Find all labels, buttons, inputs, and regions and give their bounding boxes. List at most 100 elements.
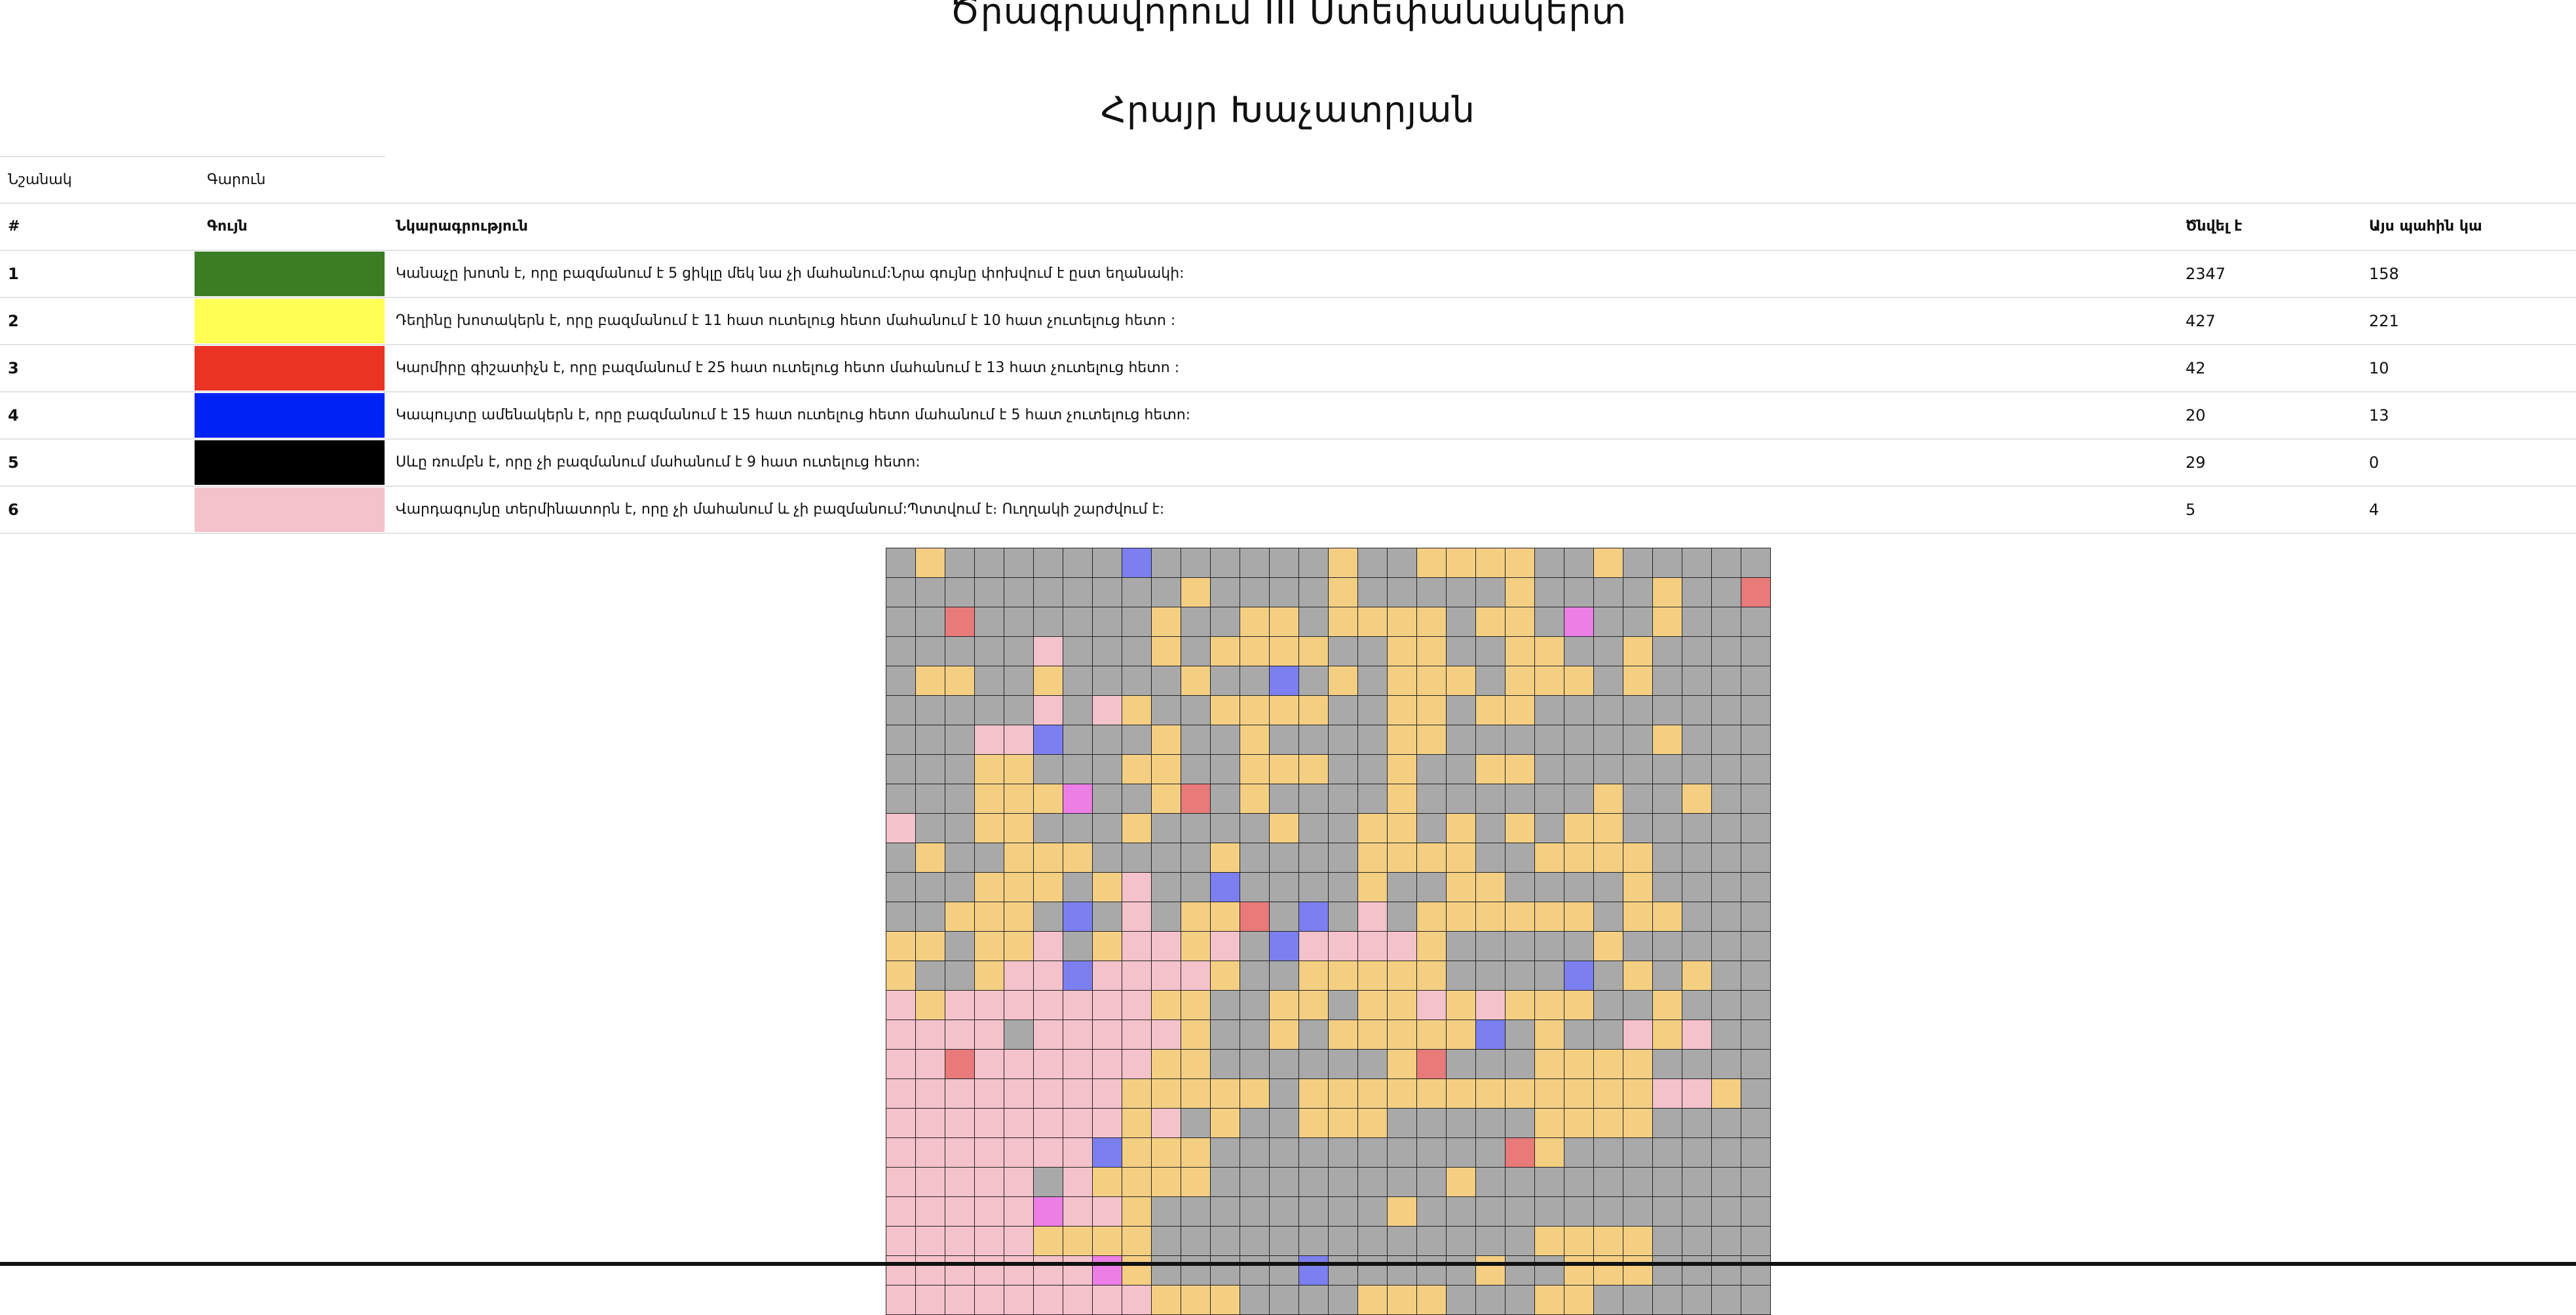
matrix-cell [1447, 666, 1476, 696]
matrix-cell [1329, 666, 1358, 696]
matrix-cell [1358, 1256, 1388, 1286]
matrix-cell [1417, 548, 1447, 578]
matrix-cell [1506, 843, 1535, 873]
matrix-cell [1329, 961, 1358, 991]
matrix-cell [1682, 1256, 1712, 1286]
matrix-cell [1358, 1020, 1388, 1050]
matrix-cell [1388, 1050, 1417, 1079]
matrix-cell [1506, 902, 1535, 932]
matrix-cell [1063, 784, 1093, 814]
matrix-cell [1152, 725, 1181, 755]
matrix-cell [1004, 1138, 1034, 1168]
matrix-cell [975, 784, 1004, 814]
matrix-cell [1712, 666, 1741, 696]
matrix-cell [1270, 1168, 1299, 1197]
matrix-cell [1447, 548, 1476, 578]
matrix-cell [1506, 1109, 1535, 1138]
matrix-cell [1240, 1227, 1270, 1256]
matrix-cell [1063, 755, 1093, 784]
matrix-cell [916, 843, 945, 873]
matrix-cell [975, 1168, 1004, 1197]
row-num: 4 [8, 406, 19, 425]
matrix-cell [1388, 637, 1417, 666]
matrix-cell [1329, 814, 1358, 843]
matrix-cell [1358, 873, 1388, 902]
matrix-cell [945, 1109, 975, 1138]
matrix-cell [1564, 784, 1594, 814]
matrix-cell [1152, 843, 1181, 873]
matrix-cell [1682, 784, 1712, 814]
header-color: Գույն [207, 218, 248, 235]
matrix-cell [1653, 548, 1682, 578]
matrix-cell [975, 1109, 1004, 1138]
matrix-cell [1388, 607, 1417, 637]
matrix-cell [1417, 1256, 1447, 1286]
matrix-cell [1682, 1286, 1712, 1315]
matrix-cell [1417, 755, 1447, 784]
matrix-cell [1034, 1286, 1063, 1315]
matrix-cell [1034, 1168, 1063, 1197]
matrix-cell [1270, 1020, 1299, 1050]
matrix-cell [1211, 961, 1240, 991]
matrix-cell [886, 1256, 916, 1286]
page-subtitle: Հրայր Խաչատրյան [1101, 89, 1475, 130]
matrix-cell [1564, 666, 1594, 696]
matrix-cell [1447, 814, 1476, 843]
matrix-cell [1063, 1256, 1093, 1286]
matrix-cell [945, 814, 975, 843]
matrix-cell [1152, 1020, 1181, 1050]
matrix-cell [1152, 666, 1181, 696]
matrix-cell [1682, 548, 1712, 578]
matrix-cell [1358, 784, 1388, 814]
matrix-cell [916, 1109, 945, 1138]
row-avail: 221 [2369, 312, 2399, 330]
page-title: Ծրագրավորում III Ստեփանակերտ [949, 0, 1627, 32]
season-label: Գարուն [207, 172, 266, 188]
matrix-cell [1270, 1050, 1299, 1079]
matrix-cell [1623, 784, 1653, 814]
matrix-cell [1476, 637, 1506, 666]
matrix-cell [1299, 1227, 1329, 1256]
matrix-cell [1240, 843, 1270, 873]
matrix-cell [1240, 1168, 1270, 1197]
matrix-cell [1034, 666, 1063, 696]
matrix-cell [1417, 578, 1447, 607]
matrix-cell [1535, 843, 1564, 873]
matrix-cell [1299, 1109, 1329, 1138]
matrix-cell [1417, 696, 1447, 725]
matrix-cell [1447, 1079, 1476, 1109]
matrix-cell [1240, 1197, 1270, 1227]
matrix-cell [916, 991, 945, 1020]
matrix-cell [975, 1197, 1004, 1227]
matrix-cell [1181, 637, 1211, 666]
matrix-cell [975, 902, 1004, 932]
matrix-cell [886, 814, 916, 843]
matrix-cell [1004, 755, 1034, 784]
matrix-cell [1358, 843, 1388, 873]
matrix-cell [1417, 843, 1447, 873]
matrix-cell [1388, 784, 1417, 814]
matrix-cell [1329, 902, 1358, 932]
matrix-cell [1535, 814, 1564, 843]
matrix-cell [1004, 1197, 1034, 1227]
matrix-cell [945, 578, 975, 607]
matrix-cell [1034, 578, 1063, 607]
matrix-cell [1564, 902, 1594, 932]
matrix-cell [1270, 1109, 1299, 1138]
matrix-cell [1506, 637, 1535, 666]
matrix-cell [1623, 696, 1653, 725]
matrix-cell [1270, 1138, 1299, 1168]
matrix-cell [1063, 607, 1093, 637]
matrix-cell [945, 725, 975, 755]
matrix-cell [1270, 873, 1299, 902]
row-avail: 4 [2369, 501, 2379, 519]
matrix-cell [916, 637, 945, 666]
matrix-cell [1564, 607, 1594, 637]
matrix-cell [1329, 991, 1358, 1020]
matrix-cell [1240, 578, 1270, 607]
matrix-cell [1535, 1079, 1564, 1109]
matrix-cell [916, 784, 945, 814]
matrix-cell [1564, 1109, 1594, 1138]
matrix-cell [945, 755, 975, 784]
matrix-cell [1594, 932, 1623, 961]
